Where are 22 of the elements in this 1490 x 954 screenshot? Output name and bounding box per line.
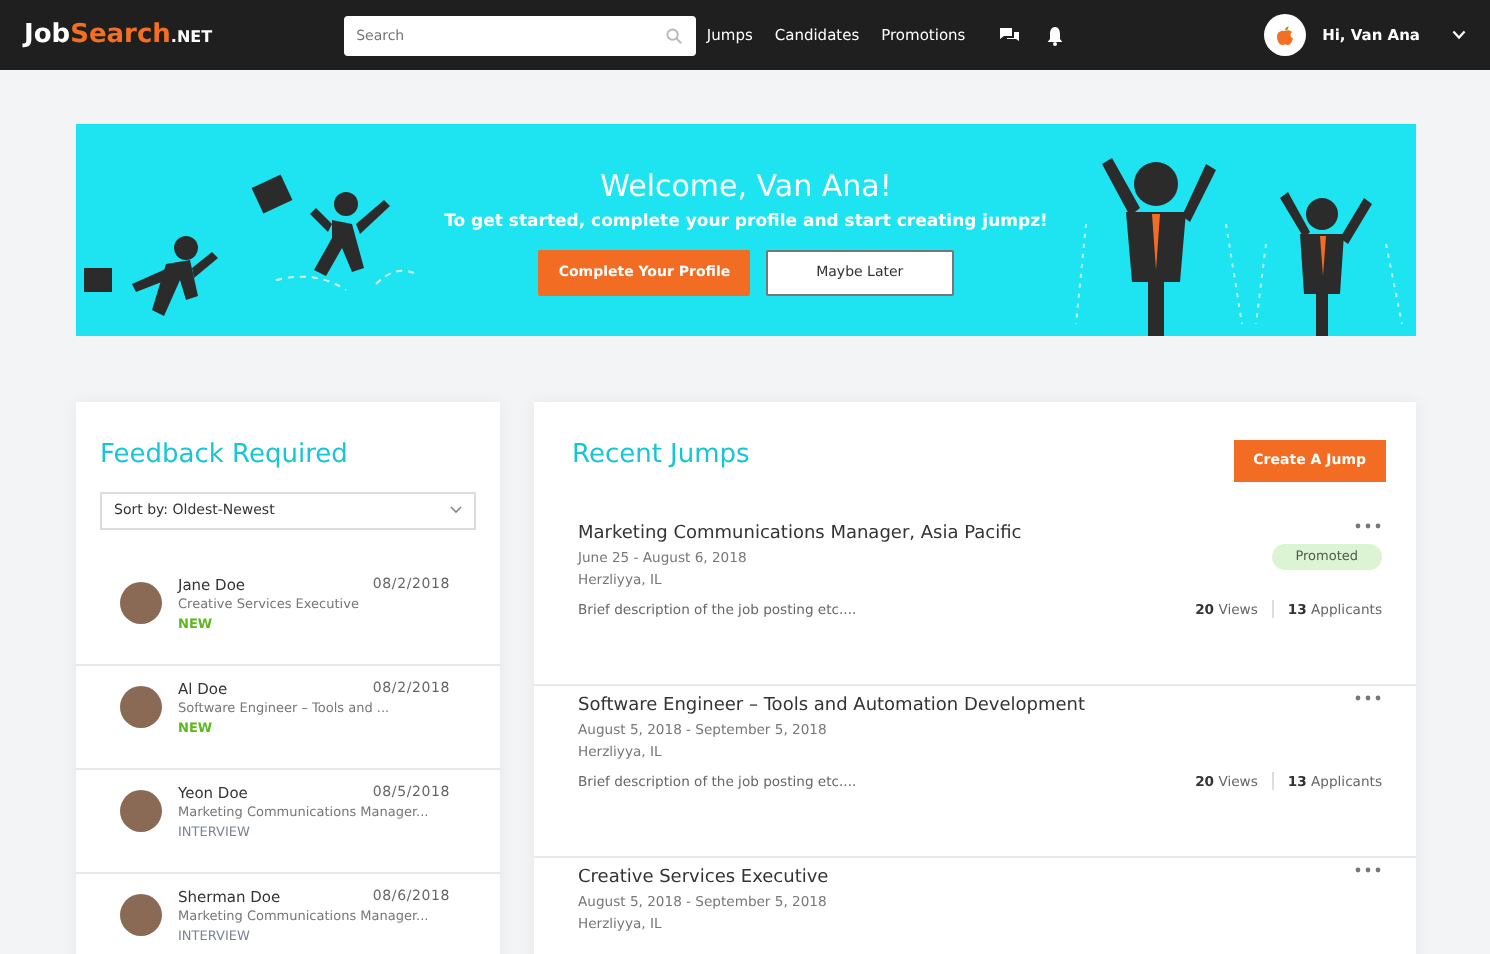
logo[interactable]: JobSearch.NET	[24, 15, 213, 55]
jump-title: Software Engineer – Tools and Automation Development	[578, 693, 1088, 719]
search-icon	[666, 27, 683, 43]
more-options-icon[interactable]	[1354, 693, 1382, 701]
chevron-down-icon[interactable]	[1451, 30, 1466, 40]
banner-subtitle: To get started, complete your profile and start creating jumpz!	[442, 209, 1050, 235]
avatar-photo	[120, 581, 162, 623]
avatar-photo	[120, 893, 162, 935]
banner-title: Welcome, Van Ana!	[598, 166, 894, 209]
more-options-icon[interactable]	[1354, 865, 1382, 873]
jump-title: Creative Services Executive	[578, 865, 831, 891]
avatar-photo	[120, 685, 162, 727]
bell-icon[interactable]	[1046, 25, 1065, 45]
more-options-icon[interactable]	[1354, 521, 1382, 529]
jump-title: Marketing Communications Manager, Asia Pacific	[578, 521, 1024, 547]
chevron-down-icon	[450, 506, 462, 514]
profile-avatar[interactable]	[1264, 14, 1307, 56]
apple-icon	[1276, 25, 1295, 45]
recent-jumps-title: Recent Jumps	[572, 438, 750, 474]
feedback-title: Feedback Required	[98, 438, 350, 474]
chat-icon[interactable]	[998, 25, 1021, 45]
avatar-photo	[120, 789, 162, 831]
